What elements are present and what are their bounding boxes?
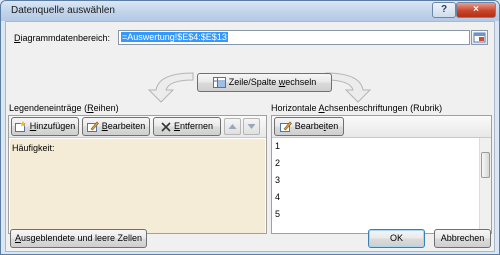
hidden-empty-cells-button[interactable]: Ausgeblendete und leere Zellen	[10, 229, 147, 248]
axis-list-item[interactable]: 4	[275, 192, 280, 202]
dialog-title: Datenquelle auswählen	[11, 5, 115, 16]
legend-list-item[interactable]: Häufigkeit:	[12, 143, 55, 153]
add-series-button[interactable]: Hinzufügen	[11, 117, 79, 136]
remove-series-button[interactable]: Entfernen	[153, 117, 221, 136]
dialog-window: Datenquelle auswählen ? × Diagrammdatenb…	[0, 0, 500, 255]
scrollbar-thumb[interactable]	[481, 152, 490, 178]
close-icon: ×	[473, 4, 479, 15]
close-button[interactable]: ×	[456, 2, 496, 18]
axis-list-scrollbar[interactable]	[479, 138, 491, 233]
legend-toolbar: Hinzufügen Bearbeiten Entfernen	[9, 116, 266, 138]
ok-button[interactable]: OK	[368, 229, 425, 248]
axis-labels-panel: Bearbeiten 1 2 3 4 5	[271, 115, 492, 234]
help-button[interactable]: ?	[432, 2, 456, 18]
axis-list-item[interactable]: 1	[275, 141, 280, 151]
switch-rowcol-icon	[212, 77, 226, 89]
collapse-range-icon	[473, 32, 486, 43]
axis-toolbar: Bearbeiten	[272, 116, 491, 138]
legend-panel-title: Legendeneinträge (Reihen)	[9, 103, 119, 113]
axis-list-item[interactable]: 2	[275, 158, 280, 168]
range-value: =Auswertung!$E$4:$E$13	[121, 32, 228, 42]
add-series-icon	[14, 121, 26, 133]
delete-x-icon	[161, 122, 171, 132]
switch-row-column-button[interactable]: Zeile/Spalte wechseln	[197, 73, 332, 92]
collapse-dialog-button[interactable]	[471, 30, 488, 45]
dialog-client-area: Diagrammdatenbereich: =Auswertung!$E$4:$…	[5, 21, 495, 252]
axis-panel-title: Horizontale Achsenbeschriftungen (Rubrik…	[271, 103, 443, 113]
legend-list-area[interactable]	[10, 139, 265, 233]
legend-entries-panel: Hinzufügen Bearbeiten Entfernen Häufigke…	[8, 115, 267, 234]
edit-icon	[279, 121, 292, 133]
chart-data-range-input[interactable]: =Auswertung!$E$4:$E$13	[118, 30, 470, 45]
cancel-button[interactable]: Abbrechen	[434, 229, 491, 248]
move-down-icon	[247, 124, 256, 129]
edit-icon	[86, 121, 99, 133]
move-up-button[interactable]	[224, 118, 241, 135]
range-label: Diagrammdatenbereich:	[14, 33, 111, 43]
axis-list-item[interactable]: 5	[275, 209, 280, 219]
axis-list-item[interactable]: 3	[275, 175, 280, 185]
edit-series-button[interactable]: Bearbeiten	[82, 117, 150, 136]
help-icon: ?	[440, 4, 448, 15]
move-up-icon	[228, 124, 237, 129]
title-bar[interactable]: Datenquelle auswählen ? ×	[1, 1, 499, 21]
move-down-button[interactable]	[243, 118, 260, 135]
edit-axis-labels-button[interactable]: Bearbeiten	[274, 117, 344, 136]
